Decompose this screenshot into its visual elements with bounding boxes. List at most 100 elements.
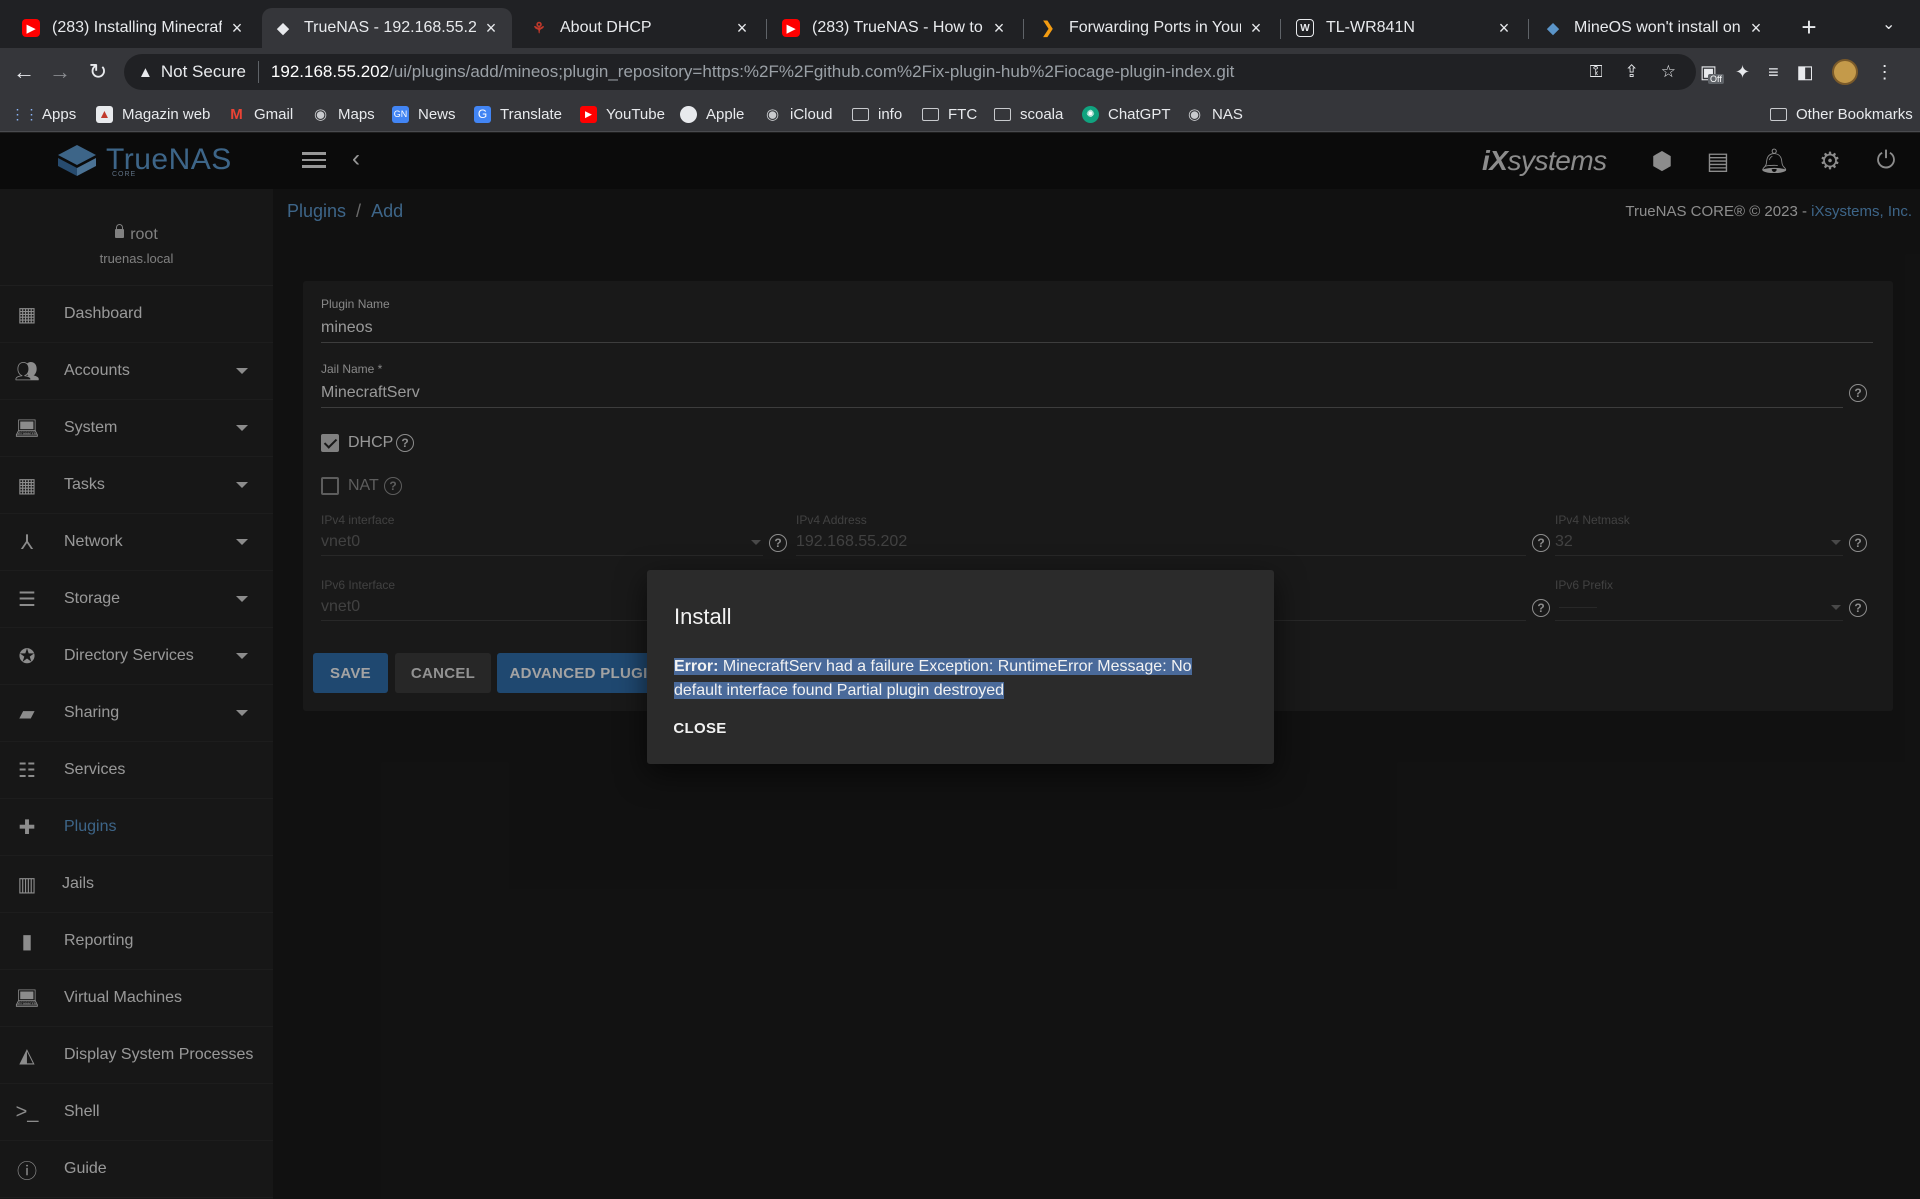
close-tab-icon[interactable]: ×	[482, 18, 500, 39]
extension-off-icon[interactable]: ▣ Off	[1700, 62, 1724, 84]
bookmark-label: YouTube	[606, 105, 665, 123]
bookmark-item[interactable]: ✺ ChatGPT	[1082, 96, 1171, 132]
tab-separator	[1528, 19, 1529, 39]
address-bar[interactable]: ▲ Not Secure 192.168.55.202/ui/plugins/a…	[124, 54, 1696, 90]
browser-tab-strip: ▶ (283) Installing Minecraft Se × ◆ True…	[0, 0, 1920, 48]
tab-search-chevron-icon[interactable]: ⌄	[1882, 14, 1895, 34]
forward-arrow-icon[interactable]: →	[46, 58, 74, 86]
install-error-dialog: Install Error: MinecraftServ had a failu…	[647, 570, 1274, 764]
tab-title: TL-WR841N	[1326, 19, 1415, 36]
address-divider	[257, 61, 259, 83]
close-button[interactable]: CLOSE	[668, 710, 732, 746]
tab-title: MineOS won't install on Tru	[1574, 19, 1741, 36]
bookmark-label: News	[418, 105, 456, 123]
bookmark-item[interactable]: info	[852, 96, 902, 132]
folder-icon	[994, 107, 1011, 121]
dialog-title: Install	[674, 604, 732, 629]
browser-tab[interactable]: ▶ (283) Installing Minecraft Se ×	[10, 8, 258, 48]
warning-triangle-icon: ▲	[138, 63, 153, 81]
bookmark-item[interactable]: ◉ Maps	[312, 96, 375, 132]
tab-title: Forwarding Ports in Your Ro	[1069, 19, 1241, 36]
back-arrow-icon[interactable]: ←	[10, 58, 38, 86]
reload-icon[interactable]: ↻	[84, 58, 112, 86]
close-tab-icon[interactable]: ×	[1247, 18, 1265, 39]
browser-tab[interactable]: ◆ MineOS won't install on Tru ×	[1532, 8, 1777, 48]
browser-tab[interactable]: W TL-WR841N ×	[1284, 8, 1525, 48]
bookmark-item[interactable]: ▲ Magazin web	[96, 96, 210, 132]
tab-separator	[1023, 19, 1024, 39]
browser-tab[interactable]: ⚘ About DHCP ×	[518, 8, 763, 48]
error-prefix: Error:	[674, 658, 719, 675]
browser-tab-active[interactable]: ◆ TrueNAS - 192.168.55.202 ×	[262, 8, 512, 48]
tab-separator	[1280, 19, 1281, 39]
bookmark-label: Maps	[338, 105, 375, 123]
magazin-icon: ▲	[96, 105, 113, 123]
globe-icon: ◉	[313, 106, 328, 123]
other-bookmarks-label: Other Bookmarks	[1796, 105, 1913, 123]
puzzle-extensions-icon[interactable]: ✦	[1735, 62, 1750, 83]
bookmark-label: Gmail	[254, 105, 294, 123]
bookmark-label: iCloud	[790, 105, 833, 123]
tab-title: (283) Installing Minecraft Se	[52, 19, 222, 36]
browser-menu-icon[interactable]: ⋮	[1876, 62, 1894, 83]
bookmark-label: Translate	[500, 105, 562, 123]
close-tab-icon[interactable]: ×	[1747, 18, 1765, 39]
gmail-icon: M	[230, 105, 243, 123]
bookmark-item[interactable]: ▶ YouTube	[580, 96, 665, 132]
folder-icon	[852, 107, 869, 121]
close-tab-icon[interactable]: ×	[990, 18, 1008, 39]
bookmark-label: Apps	[42, 105, 77, 123]
dhcp-site-icon: ⚘	[532, 20, 546, 37]
truenas-icon: ◆	[277, 20, 289, 37]
bookmark-label: scoala	[1020, 105, 1064, 123]
profile-avatar[interactable]	[1831, 59, 1858, 85]
security-label: Not Secure	[160, 62, 246, 81]
url-path: /ui/plugins/add/mineos;plugin_repository…	[389, 62, 1235, 81]
extension-badge: Off	[1708, 73, 1724, 84]
bookmark-label: Magazin web	[122, 105, 211, 123]
news-icon: GN	[392, 105, 409, 123]
bookmark-label: Apple	[706, 105, 745, 123]
bookmark-label: FTC	[948, 105, 978, 123]
bookmark-label: ChatGPT	[1108, 105, 1171, 123]
bookmark-item[interactable]: scoala	[994, 96, 1063, 132]
share-icon[interactable]: ⇪	[1625, 62, 1639, 82]
side-panel-icon[interactable]: ◧	[1797, 62, 1814, 83]
reading-list-icon[interactable]: ≡	[1768, 62, 1779, 83]
bookmark-item[interactable]: GN News	[392, 96, 456, 132]
globe-icon: ◉	[765, 106, 780, 123]
error-message-text: MinecraftServ had a failure Exception: R…	[674, 658, 1192, 699]
apple-icon	[680, 105, 697, 123]
bookmark-label: NAS	[1212, 105, 1243, 123]
browser-toolbar: ← → ↻ ▲ Not Secure 192.168.55.202/ui/plu…	[0, 48, 1920, 96]
browser-tab[interactable]: ❯ Forwarding Ports in Your Ro ×	[1027, 8, 1277, 48]
bookmark-item[interactable]: ⋮⋮ Apps	[11, 96, 77, 132]
bookmark-item[interactable]: ◉ NAS	[1186, 96, 1243, 132]
tab-title: TrueNAS - 192.168.55.202	[304, 19, 476, 36]
key-icon[interactable]: ⚿	[1590, 62, 1603, 82]
bookmark-item[interactable]: ◉ iCloud	[764, 96, 833, 132]
bookmark-item[interactable]: FTC	[922, 96, 977, 132]
close-tab-icon[interactable]: ×	[228, 18, 246, 39]
bookmark-item[interactable]: M Gmail	[228, 96, 293, 132]
tab-title: About DHCP	[560, 19, 652, 36]
close-tab-icon[interactable]: ×	[733, 18, 751, 39]
bookmark-star-icon[interactable]: ☆	[1661, 62, 1676, 82]
portforward-icon: ❯	[1041, 20, 1055, 37]
url-host: 192.168.55.202	[270, 62, 390, 81]
browser-tab[interactable]: ▶ (283) TrueNAS - How to Se ×	[770, 8, 1020, 48]
bookmark-item[interactable]: Apple	[680, 96, 744, 132]
dialog-message: Error: MinecraftServ had a failure Excep…	[674, 655, 1244, 703]
folder-icon	[1770, 107, 1787, 121]
close-tab-icon[interactable]: ×	[1495, 18, 1513, 39]
new-tab-plus-icon[interactable]: +	[1794, 12, 1824, 43]
bookmark-item[interactable]: G Translate	[474, 96, 562, 132]
other-bookmarks[interactable]: Other Bookmarks	[1770, 96, 1913, 132]
folder-icon	[922, 107, 939, 121]
bookmark-label: info	[878, 105, 903, 123]
youtube-icon: ▶	[580, 105, 597, 123]
bookmarks-bar: ⋮⋮ Apps ▲ Magazin web M Gmail ◉ Maps GN News …	[0, 96, 1920, 132]
truenas-icon: ◆	[1547, 20, 1559, 37]
youtube-icon: ▶	[782, 19, 800, 37]
tplink-icon: W	[1296, 19, 1314, 37]
